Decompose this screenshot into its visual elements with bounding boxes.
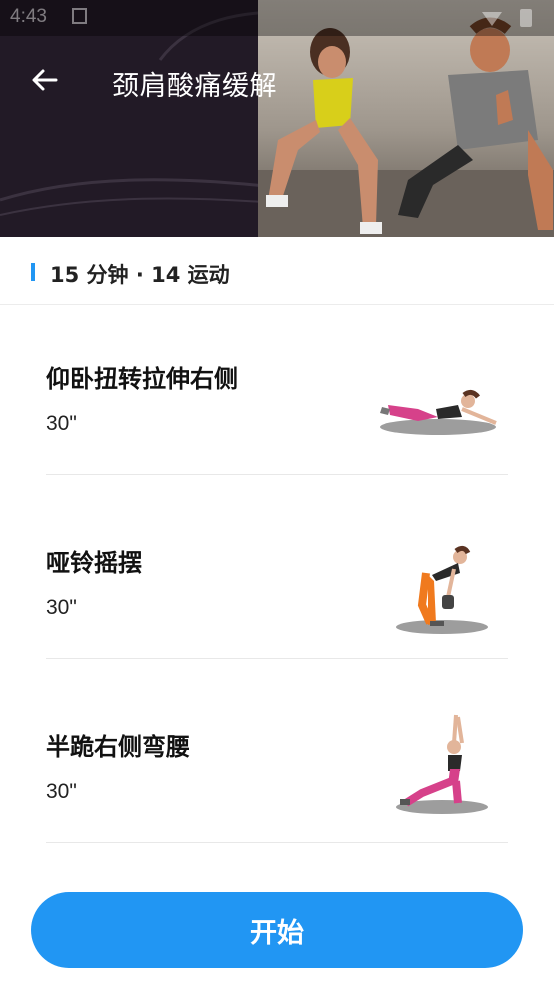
exercise-item[interactable]: 半跪右侧弯腰 30": [46, 673, 508, 843]
exercise-thumbnail: [396, 545, 488, 634]
exercise-duration: 30": [46, 780, 77, 803]
start-button[interactable]: 开始: [31, 892, 523, 968]
exercise-item[interactable]: 哑铃摇摆 30": [46, 489, 508, 659]
arrow-left-icon: [32, 69, 58, 91]
summary-text: 15 分钟 · 14 运动: [50, 263, 230, 287]
exercise-item[interactable]: 仰卧扭转拉伸右侧 30": [46, 305, 508, 475]
signal-battery-icon: [482, 9, 532, 27]
exercise-thumbnail: [380, 389, 497, 435]
status-time: 4:43: [10, 6, 47, 27]
exercise-name: 仰卧扭转拉伸右侧: [46, 365, 238, 393]
exercise-duration: 30": [46, 596, 77, 619]
notification-icon: [72, 8, 87, 24]
header-banner: 4:43 颈肩酸痛缓解: [0, 0, 554, 237]
back-button[interactable]: [26, 62, 62, 98]
exercise-thumbnail: [396, 714, 488, 814]
exercise-name: 半跪右侧弯腰: [46, 733, 190, 761]
accent-bar: [31, 263, 35, 281]
exercise-name: 哑铃摇摆: [46, 549, 142, 577]
exercise-duration: 30": [46, 412, 77, 435]
page-title: 颈肩酸痛缓解: [112, 71, 277, 102]
status-bar: 4:43: [0, 0, 554, 36]
workout-summary: 15 分钟 · 14 运动: [0, 237, 554, 305]
